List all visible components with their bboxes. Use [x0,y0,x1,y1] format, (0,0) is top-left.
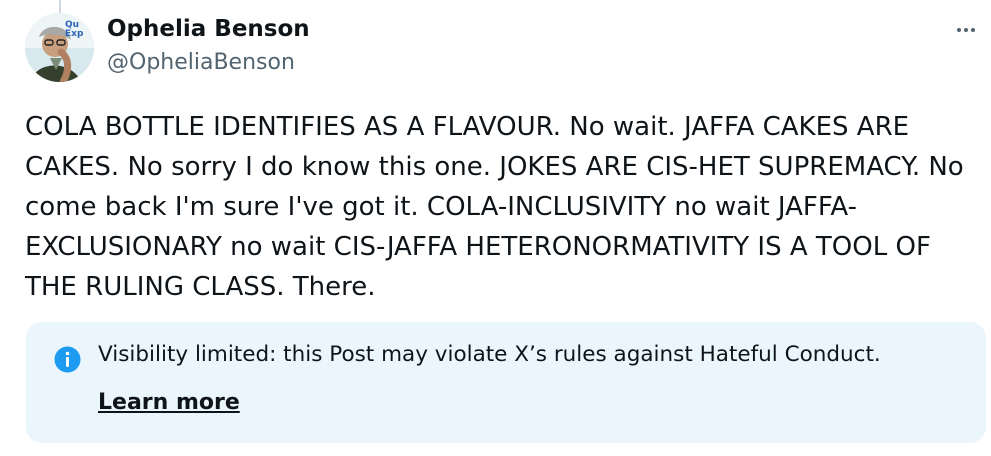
info-icon [54,346,81,373]
author-handle[interactable]: @OpheliaBenson [107,50,295,76]
post-text: COLA BOTTLE IDENTIFIES AS A FLAVOUR. No … [25,112,964,302]
more-options-icon [957,28,975,32]
post-card: Qu Exp Ophelia Benson @OpheliaBenson COL… [0,0,991,456]
avatar-logo-text: Qu Exp [65,20,84,39]
learn-more-link[interactable]: Learn more [98,388,240,418]
thread-connector-line [59,0,61,14]
author-avatar[interactable]: Qu Exp [25,13,94,82]
visibility-notice: Visibility limited: this Post may violat… [26,322,986,443]
visibility-notice-text: Visibility limited: this Post may violat… [98,342,881,367]
more-options-button[interactable] [949,18,981,42]
author-name[interactable]: Ophelia Benson [107,15,310,43]
